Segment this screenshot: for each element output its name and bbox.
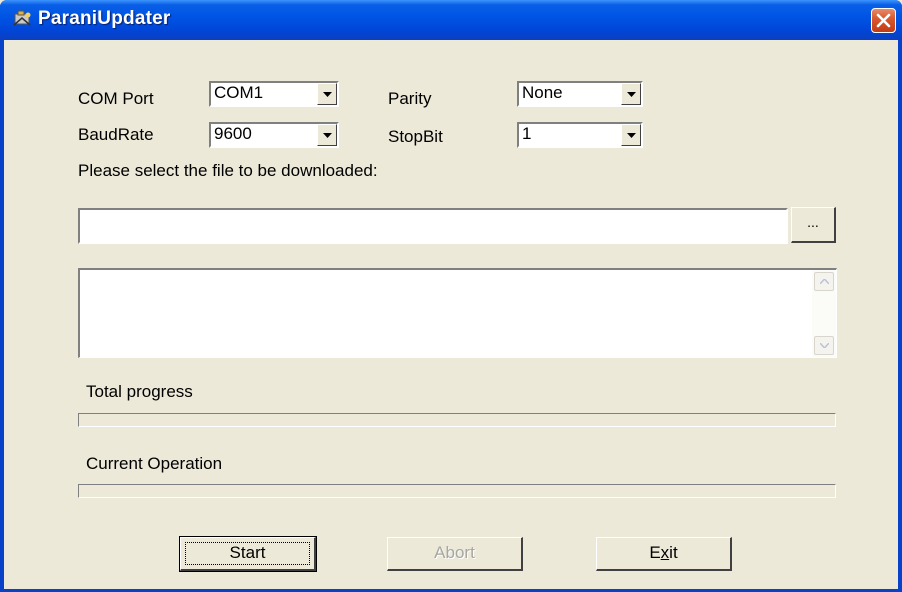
baud-rate-select[interactable]: 9600 — [209, 122, 339, 148]
browse-button-label: ... — [807, 214, 819, 230]
stop-bit-select[interactable]: 1 — [517, 122, 643, 148]
chevron-down-icon — [820, 343, 829, 348]
title-bar[interactable]: ParaniUpdater — [0, 0, 902, 40]
baud-rate-dropdown-button[interactable] — [317, 124, 337, 146]
parity-value: None — [522, 83, 563, 102]
com-port-value: COM1 — [214, 83, 264, 102]
current-operation-label: Current Operation — [86, 454, 223, 473]
abort-button[interactable]: Abort — [387, 537, 523, 571]
exit-button-label: Exit — [649, 543, 678, 562]
start-button[interactable]: Start — [179, 536, 317, 572]
dialog-body: COM Port COM1 Parity None BaudRate 9600 … — [4, 40, 898, 589]
exit-button[interactable]: Exit — [596, 537, 732, 571]
chevron-down-icon — [627, 92, 636, 97]
chevron-down-icon — [627, 133, 636, 138]
com-port-select[interactable]: COM1 — [209, 81, 339, 107]
app-window: ParaniUpdater COM Port COM1 Parity None … — [0, 0, 902, 592]
total-progress-label: Total progress — [86, 382, 193, 401]
baud-rate-label: BaudRate — [78, 125, 154, 144]
stop-bit-value: 1 — [522, 124, 532, 143]
parity-select[interactable]: None — [517, 81, 643, 107]
parity-dropdown-button[interactable] — [621, 83, 641, 105]
stop-bit-dropdown-button[interactable] — [621, 124, 641, 146]
total-progress-bar — [78, 413, 836, 427]
log-output[interactable] — [78, 268, 837, 358]
start-button-label: Start — [229, 543, 266, 562]
baud-rate-value: 9600 — [214, 124, 252, 143]
close-icon — [876, 13, 891, 28]
parity-label: Parity — [388, 89, 432, 108]
scroll-up-button[interactable] — [814, 272, 834, 291]
file-prompt-label: Please select the file to be downloaded: — [78, 161, 378, 180]
close-button[interactable] — [871, 8, 896, 33]
current-operation-progress-bar — [78, 484, 836, 498]
scroll-down-button[interactable] — [814, 336, 834, 355]
com-port-dropdown-button[interactable] — [317, 83, 337, 105]
com-port-label: COM Port — [78, 89, 154, 108]
log-scrollbar[interactable] — [812, 270, 836, 357]
abort-button-label: Abort — [434, 543, 475, 562]
chevron-down-icon — [323, 133, 332, 138]
stop-bit-label: StopBit — [388, 127, 443, 146]
chevron-up-icon — [820, 279, 829, 284]
file-path-input[interactable] — [78, 208, 788, 244]
app-icon — [12, 9, 34, 29]
chevron-down-icon — [323, 92, 332, 97]
window-title: ParaniUpdater — [38, 8, 171, 29]
browse-button[interactable]: ... — [791, 207, 836, 243]
